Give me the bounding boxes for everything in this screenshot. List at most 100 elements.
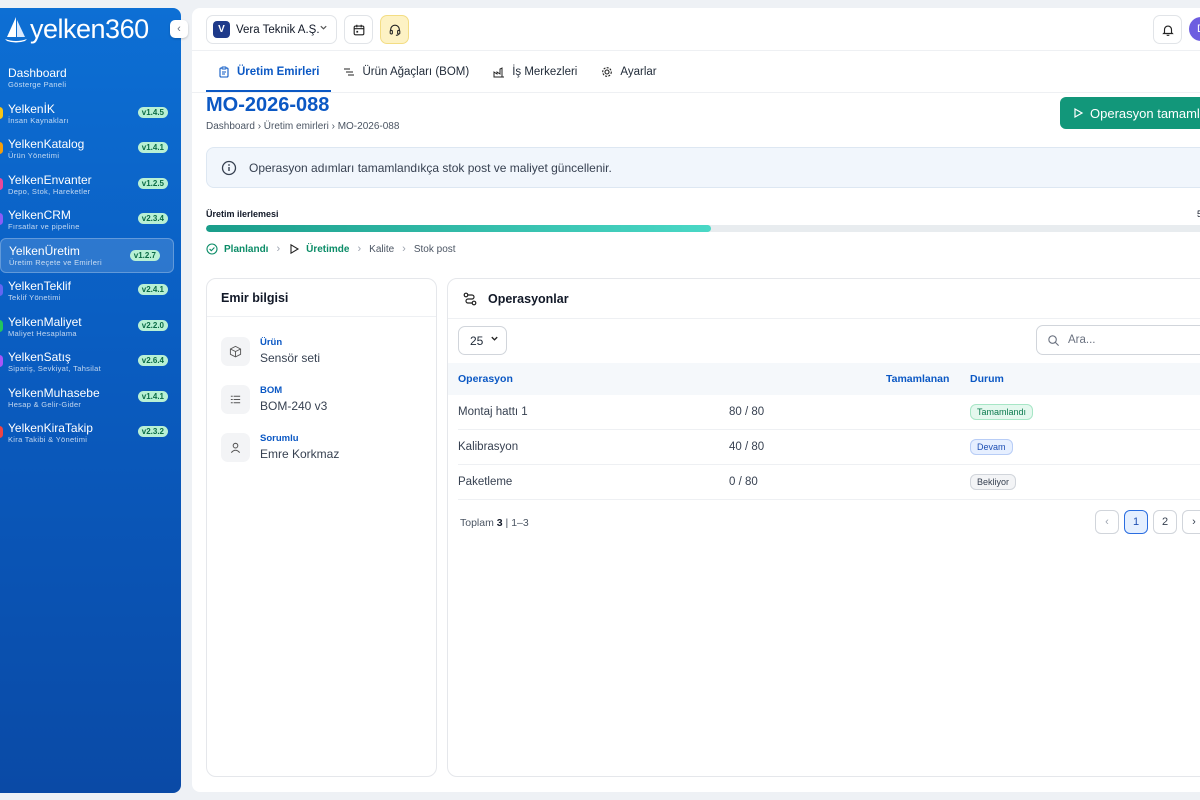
page-button-1[interactable]: 1 bbox=[1124, 510, 1148, 534]
chevron-down-icon bbox=[319, 23, 328, 34]
topbar: V Vera Teknik A.Ş. D bbox=[192, 8, 1200, 51]
sidebar-item-yelkenkiratakip[interactable]: YelkenKiraTakip Kira Takibi & Yönetimi v2.… bbox=[0, 415, 181, 451]
order-info-card: Emir bilgisi Ürün Sensör seti BOM BOM-240 … bbox=[206, 278, 437, 777]
tab-is-merkezleri[interactable]: İş Merkezleri bbox=[481, 52, 589, 92]
step-label: Planlandı bbox=[224, 243, 269, 255]
operation-name: Montaj hattı 1 bbox=[458, 406, 528, 418]
bell-icon bbox=[1161, 25, 1174, 36]
module-color-dot bbox=[0, 177, 3, 190]
status-stepper: Planlandı › Üretimde › Kalite › Stok post bbox=[206, 243, 456, 255]
clipboard-icon bbox=[219, 66, 229, 78]
sidebar-nav: Dashboard Gösterge Paneli YelkenİK İnsan Ka… bbox=[0, 60, 181, 451]
order-info-title: Emir bilgisi bbox=[207, 279, 436, 317]
info-row-bom: BOM BOM-240 v3 bbox=[221, 385, 327, 414]
version-badge: v2.4.1 bbox=[137, 284, 168, 295]
page-size-select[interactable]: 25 bbox=[458, 326, 507, 355]
column-header-tamamlanan[interactable]: Tamamlanan bbox=[886, 373, 949, 385]
sidebar-item-yelkensat-[interactable]: YelkenSatış Sipariş, Sevkiyat, Tahsilat v2… bbox=[0, 344, 181, 380]
sidebar: yelken360 Dashboard Gösterge Paneli Yelken… bbox=[0, 8, 181, 793]
total-label: Toplam bbox=[460, 517, 494, 529]
search-placeholder: Ara... bbox=[1068, 334, 1096, 346]
version-badge: v1.4.1 bbox=[137, 142, 168, 153]
tab-urun-agaclari[interactable]: Ürün Ağaçları (BOM) bbox=[331, 52, 481, 92]
company-logo: V bbox=[213, 21, 230, 38]
step--retimde: Üretimde bbox=[288, 243, 349, 255]
table-total: Toplam 3 | 1–3 bbox=[460, 517, 529, 529]
brand-logo[interactable]: yelken360 bbox=[4, 12, 149, 46]
module-color-dot bbox=[0, 213, 3, 225]
page-size-value: 25 bbox=[470, 333, 484, 348]
step-label: Üretimde bbox=[306, 243, 350, 255]
step-label: Kalite bbox=[369, 243, 395, 255]
sidebar-item-yelkenenvanter[interactable]: YelkenEnvanter Depo, Stok, Hareketler v1.2… bbox=[0, 167, 181, 203]
status-badge: Tamamlandı bbox=[970, 404, 1034, 420]
chevron-right-icon: › bbox=[276, 243, 281, 255]
table-header: Operasyon Tamamlanan Durum bbox=[448, 363, 1200, 395]
list-icon bbox=[221, 385, 250, 414]
sidebar-item-yelkencrm[interactable]: YelkenCRM Fırsatlar ve pipeline v2.3.4 bbox=[0, 202, 181, 238]
sidebar-item-dashboard[interactable]: Dashboard Gösterge Paneli bbox=[0, 60, 181, 96]
step-stok-post: Stok post bbox=[414, 244, 456, 255]
version-badge: v1.2.5 bbox=[137, 177, 168, 189]
info-icon bbox=[221, 160, 237, 175]
sidebar-item-yelkeni-k[interactable]: YelkenİK İnsan Kaynakları v1.4.5 bbox=[0, 96, 181, 132]
info-key: BOM bbox=[260, 385, 283, 396]
brand-name: yelken360 bbox=[30, 13, 149, 44]
sidebar-item-yelkenkatalog[interactable]: YelkenKatalog Ürün Yönetimi v1.4.1 bbox=[0, 131, 181, 167]
info-row-owner: Sorumlu Emre Korkmaz bbox=[221, 433, 339, 462]
prev-page-button[interactable]: ‹ bbox=[1095, 510, 1119, 534]
complete-operation-button[interactable]: Operasyon tamamla bbox=[1060, 97, 1200, 129]
progress-fill bbox=[206, 225, 711, 232]
headset-icon bbox=[389, 24, 400, 36]
tab-label: Üretim Emirleri bbox=[237, 66, 320, 78]
row-divider bbox=[458, 499, 1200, 500]
route-icon bbox=[463, 292, 477, 305]
sidebar-item-yelkenmuhasebe[interactable]: YelkenMuhasebe Hesap & Gelir-Gider v1.4.1 bbox=[0, 380, 181, 416]
info-value: Emre Korkmaz bbox=[260, 447, 340, 461]
breadcrumb[interactable]: Dashboard › Üretim emirleri › MO-2026-08… bbox=[206, 121, 399, 132]
sidebar-item-yelkenteklif[interactable]: YelkenTeklif Teklif Yönetimi v2.4.1 bbox=[0, 273, 181, 309]
search-input[interactable]: Ara... bbox=[1036, 325, 1200, 355]
status-badge: Devam bbox=[970, 439, 1013, 455]
main-panel: V Vera Teknik A.Ş. D Üretim Emirleri Ürü… bbox=[192, 8, 1200, 792]
box-icon bbox=[221, 337, 250, 366]
total-count: 3 bbox=[496, 517, 503, 529]
calendar-button[interactable] bbox=[344, 15, 373, 44]
notifications-button[interactable] bbox=[1153, 15, 1182, 44]
factory-icon bbox=[493, 67, 505, 78]
info-value: Sensör seti bbox=[260, 351, 321, 365]
sidebar-item-label: Dashboard bbox=[8, 66, 67, 81]
page-button-2[interactable]: 2 bbox=[1153, 510, 1177, 534]
module-tabs: Üretim Emirleri Ürün Ağaçları (BOM) İş M… bbox=[206, 52, 669, 92]
module-color-dot bbox=[0, 106, 3, 119]
user-avatar[interactable]: D bbox=[1189, 17, 1200, 41]
sidebar-collapse-button[interactable]: ‹ bbox=[170, 20, 188, 38]
info-banner: Operasyon adımları tamamlandıkça stok po… bbox=[206, 147, 1200, 188]
chevron-right-icon: › bbox=[402, 243, 406, 255]
progress-label: Üretim ilerlemesi bbox=[206, 209, 279, 219]
info-row-product: Ürün Sensör seti bbox=[221, 337, 320, 366]
column-header-durum[interactable]: Durum bbox=[970, 373, 1004, 385]
button-label: Operasyon tamamla bbox=[1090, 105, 1200, 121]
table-row[interactable]: Paketleme 0 / 80 Bekliyor bbox=[448, 465, 1200, 500]
sidebar-item-subtitle: Gösterge Paneli bbox=[8, 80, 67, 90]
tab-label: İş Merkezleri bbox=[512, 66, 578, 78]
column-header-operasyon[interactable]: Operasyon bbox=[458, 373, 513, 385]
tab-ayarlar[interactable]: Ayarlar bbox=[589, 52, 668, 92]
sidebar-item-yelkenmaliyet[interactable]: YelkenMaliyet Maliyet Hesaplama v2.2.0 bbox=[0, 309, 181, 345]
company-selector[interactable]: V Vera Teknik A.Ş. bbox=[206, 15, 337, 44]
version-badge: v2.2.0 bbox=[137, 319, 168, 331]
table-row[interactable]: Kalibrasyon 40 / 80 Devam bbox=[448, 430, 1200, 465]
tab-uretim-emirleri[interactable]: Üretim Emirleri bbox=[206, 52, 332, 92]
sidebar-item-yelken-retim[interactable]: YelkenÜretim Üretim Reçete ve Emirleri v1.… bbox=[0, 237, 174, 273]
module-color-dot bbox=[0, 142, 3, 154]
total-range: | 1–3 bbox=[505, 517, 529, 529]
next-page-button[interactable]: › bbox=[1182, 510, 1200, 534]
version-badge: v1.4.5 bbox=[137, 106, 168, 118]
completed-qty: 80 / 80 bbox=[729, 406, 765, 418]
table-row[interactable]: Montaj hattı 1 80 / 80 Tamamlandı bbox=[448, 395, 1200, 430]
version-badge: v1.4.1 bbox=[137, 390, 168, 402]
step-kalite: Kalite bbox=[369, 244, 394, 255]
version-badge: v1.2.7 bbox=[129, 249, 160, 261]
support-button[interactable] bbox=[380, 15, 409, 44]
